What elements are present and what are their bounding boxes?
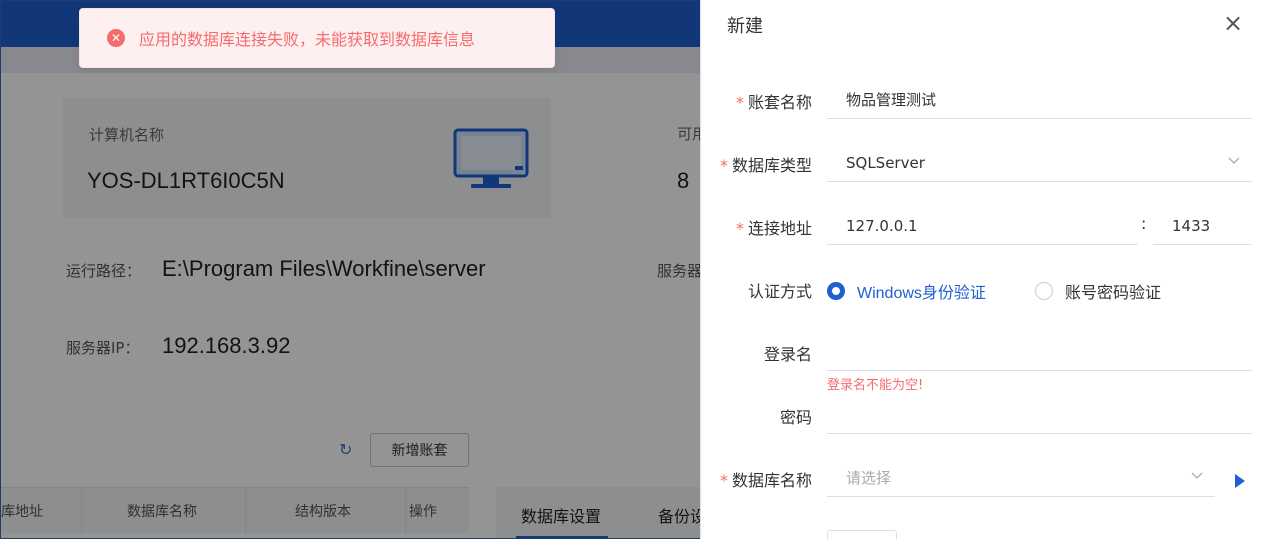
computer-name-label: 计算机名称 [89, 126, 165, 144]
password-label: 密码 [779, 408, 812, 427]
column-divider [245, 488, 246, 534]
radio-label: Windows身份验证 [857, 285, 986, 302]
label-text: 数据库类型 [731, 156, 812, 175]
account-name-field[interactable]: 物品管理测试 [827, 81, 1252, 119]
required-mark: * [735, 219, 744, 238]
computer-name-value: YOS-DL1RT6I0C5N [87, 168, 285, 193]
db-name-select[interactable]: 请选择 [827, 459, 1215, 497]
auth-label: 认证方式 [747, 282, 812, 301]
radio-password-auth[interactable]: 账号密码验证 [1035, 279, 1161, 303]
close-icon[interactable]: × [1222, 11, 1244, 35]
db-name-label: * 数据库名称 [701, 467, 812, 491]
column-divider [81, 488, 82, 534]
address-separator: : [1141, 214, 1147, 233]
run-path-value: E:\Program Files\Workfine\server [162, 256, 486, 281]
monitor-icon [453, 128, 529, 188]
tab-backup-settings[interactable]: 备份设 [658, 503, 706, 527]
tab-database-settings[interactable]: 数据库设置 [521, 503, 601, 527]
footer-button[interactable] [827, 530, 897, 539]
column-divider [405, 488, 406, 534]
column-header: 操作 [409, 504, 437, 520]
computer-card: 计算机名称 YOS-DL1RT6I0C5N [63, 98, 551, 218]
required-mark: * [719, 156, 728, 175]
db-type-select[interactable]: SQLServer [827, 144, 1252, 182]
error-toast: ✕ 应用的数据库连接失败，未能获取到数据库信息 [79, 8, 555, 68]
server-ip-label: 服务器IP： [66, 339, 140, 357]
column-header: 库地址 [1, 504, 43, 520]
error-icon: ✕ [107, 29, 125, 47]
login-error: 登录名不能为空! [827, 378, 924, 393]
required-mark: * [735, 93, 744, 112]
column-header: 数据库名称 [127, 504, 197, 520]
table-header: 库地址 数据库名称 结构版本 操作 [1, 487, 469, 534]
available-value: 8 [677, 168, 690, 193]
play-icon[interactable] [1235, 474, 1245, 488]
account-name-label: * 账套名称 [701, 89, 812, 113]
run-path-label: 运行路径： [66, 262, 142, 280]
toast-message: 应用的数据库连接失败，未能获取到数据库信息 [139, 30, 476, 49]
add-account-button[interactable]: 新增账套 [370, 433, 469, 467]
address-label: * 连接地址 [701, 215, 812, 239]
port-input[interactable]: 1433 [1153, 207, 1252, 245]
drawer-title: 新建 [727, 16, 763, 37]
password-input[interactable] [827, 396, 1252, 434]
host-input[interactable]: 127.0.0.1 [827, 207, 1138, 245]
new-account-drawer: 新建 × * 账套名称 物品管理测试 * 数据库类型 SQLServer * 连接地址… [700, 0, 1278, 539]
radio-selected-icon [827, 282, 845, 300]
login-label: 登录名 [763, 345, 812, 364]
db-name-placeholder: 请选择 [846, 469, 892, 487]
db-type-label: * 数据库类型 [701, 152, 812, 176]
required-mark: * [719, 471, 728, 490]
label-text: 连接地址 [747, 219, 812, 238]
login-input[interactable] [827, 333, 1252, 371]
radio-unselected-icon [1035, 282, 1053, 300]
radio-label: 账号密码验证 [1065, 285, 1162, 302]
chevron-down-icon [1191, 472, 1203, 479]
server-ip-value: 192.168.3.92 [162, 333, 291, 358]
label-text: 数据库名称 [731, 471, 812, 490]
label-text: 账套名称 [747, 93, 812, 112]
refresh-icon[interactable]: ↻ [339, 440, 357, 459]
column-header: 结构版本 [295, 504, 351, 520]
chevron-down-icon [1228, 157, 1240, 164]
server-label: 服务器 [657, 262, 703, 280]
radio-windows-auth[interactable]: Windows身份验证 [827, 279, 986, 303]
db-type-value: SQLServer [846, 153, 925, 172]
